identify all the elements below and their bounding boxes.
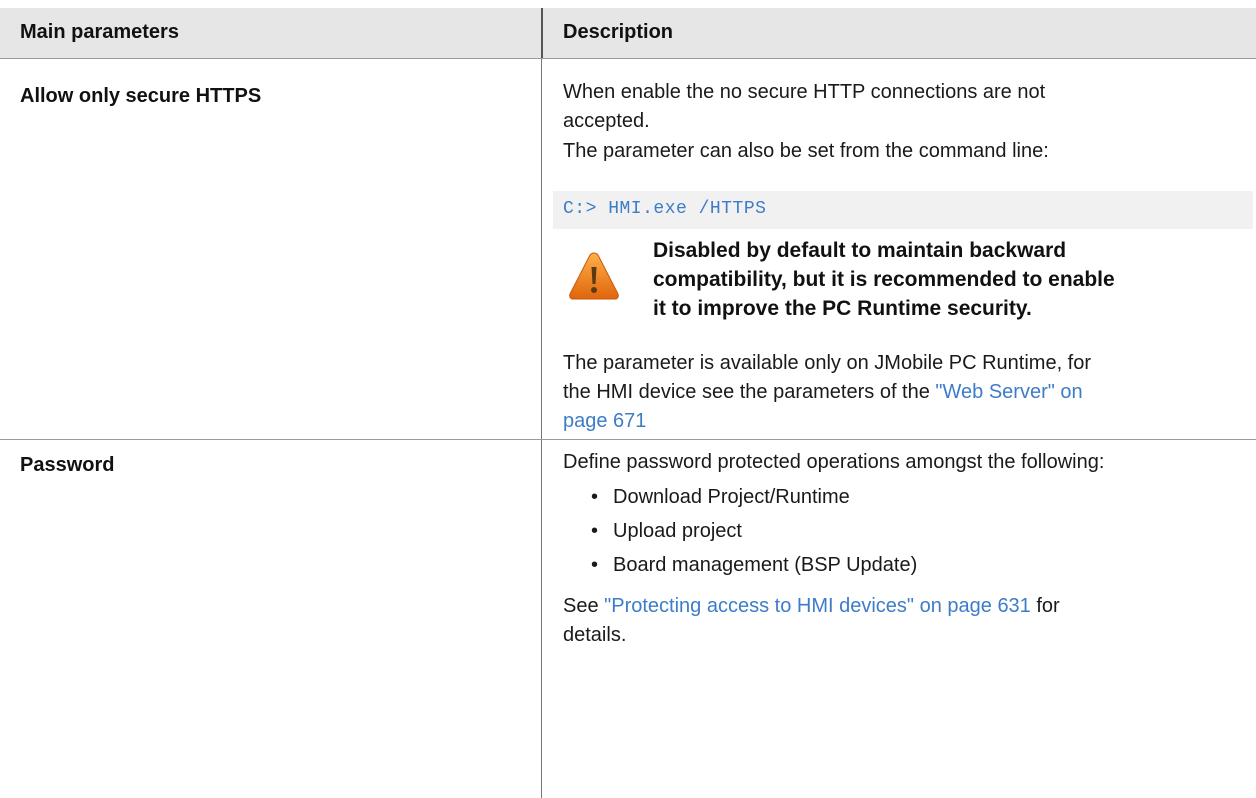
header-main-parameters: Main parameters	[20, 21, 179, 43]
bullet-download-project: • Download Project/Runtime	[591, 486, 850, 508]
availability-prefix: the HMI device see the parameters of the	[563, 381, 936, 403]
see-prefix: See	[563, 595, 605, 617]
warning-line1: Disabled by default to maintain backward	[653, 239, 1067, 262]
web-server-link-page[interactable]: page 671	[563, 410, 646, 432]
row-separator-header	[0, 58, 1256, 59]
bullet-text-download: Download Project/Runtime	[613, 486, 850, 508]
bullet-text-board: Board management (BSP Update)	[613, 554, 918, 576]
availability-line1: The parameter is available only on JMobi…	[563, 352, 1092, 374]
availability-line2: the HMI device see the parameters of the…	[563, 378, 1243, 407]
row-separator	[0, 439, 1256, 440]
param-allow-https: Allow only secure HTTPS	[20, 85, 262, 107]
column-divider-header	[541, 8, 543, 58]
bullet-text-upload: Upload project	[613, 520, 742, 542]
https-desc-line2: accepted.	[563, 110, 650, 132]
warning-message: Disabled by default to maintain backward…	[653, 236, 1253, 323]
availability-note: The parameter is available only on JMobi…	[563, 349, 1243, 436]
param-password: Password	[20, 454, 115, 476]
https-desc-line1: When enable the no secure HTTP connectio…	[563, 81, 1046, 103]
see-line1: See "Protecting access to HMI devices" o…	[563, 592, 1243, 621]
protecting-access-link[interactable]: "Protecting access to HMI devices" on pa…	[604, 595, 1031, 617]
table-header: Main parameters Description	[0, 8, 1256, 58]
warning-line3: it to improve the PC Runtime security.	[653, 297, 1032, 320]
code-block: C:> HMI.exe /HTTPS	[553, 191, 1253, 229]
web-server-link[interactable]: "Web Server" on	[935, 381, 1082, 403]
password-description: Define password protected operations amo…	[563, 451, 1105, 473]
command-line-note: The parameter can also be set from the c…	[563, 140, 1049, 162]
header-description: Description	[563, 21, 674, 43]
availability-line3: page 671	[563, 407, 1243, 436]
see-line2: details.	[563, 624, 627, 646]
column-divider	[541, 58, 542, 798]
code-command: C:> HMI.exe /HTTPS	[563, 199, 767, 219]
warning-triangle-icon	[569, 252, 619, 300]
bullet-board-management: • Board management (BSP Update)	[591, 554, 918, 576]
bullet-upload-project: • Upload project	[591, 520, 742, 542]
see-details-note: See "Protecting access to HMI devices" o…	[563, 592, 1243, 650]
https-description: When enable the no secure HTTP connectio…	[563, 78, 1243, 136]
see-suffix: for	[1030, 595, 1060, 617]
warning-line2: compatibility, but it is recommended to …	[653, 268, 1115, 291]
